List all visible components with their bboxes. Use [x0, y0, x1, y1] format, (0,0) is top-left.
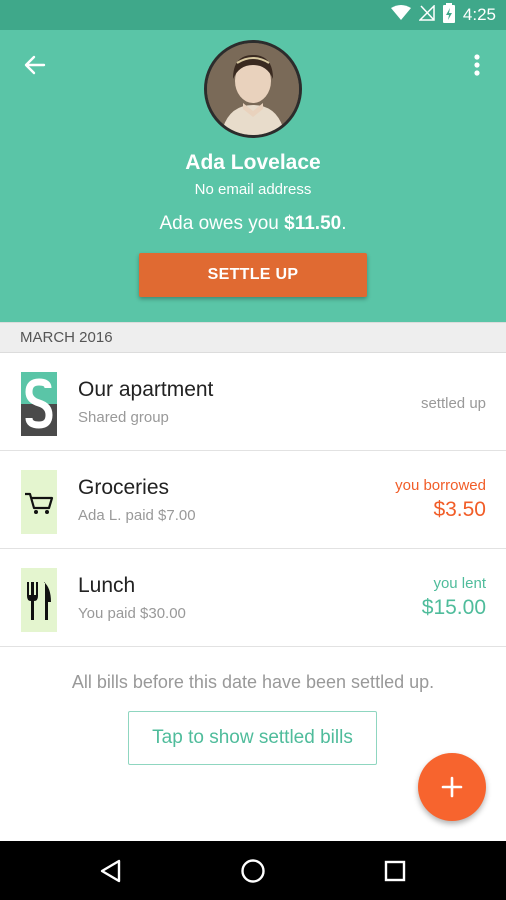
fork-knife-icon — [21, 568, 57, 632]
nav-recents-button[interactable] — [365, 841, 425, 900]
nav-home-button[interactable] — [223, 841, 283, 900]
balance-amount: $11.50 — [284, 213, 342, 234]
status-icons: 4:25 — [390, 0, 496, 30]
settle-up-button[interactable]: SETTLE UP — [139, 253, 367, 297]
contact-email: No email address — [194, 181, 312, 198]
item-title: Groceries — [78, 476, 170, 499]
battery-charging-icon — [442, 2, 455, 28]
item-balance-amount: $15.00 — [421, 596, 486, 619]
portrait-image — [207, 43, 299, 135]
item-title: Lunch — [78, 574, 136, 597]
overflow-menu-button[interactable] — [462, 50, 492, 80]
month-header: MARCH 2016 — [0, 322, 506, 353]
system-nav-bar — [0, 841, 506, 900]
balance-summary: Ada owes you $11.50. — [0, 213, 506, 235]
cart-icon — [21, 470, 57, 534]
status-time: 4:25 — [462, 5, 496, 24]
list-item-lunch[interactable]: Lunch You paid $30.00 you lent $15.00 — [0, 549, 506, 647]
no-signal-icon — [418, 3, 435, 26]
nav-recents-icon — [384, 860, 406, 881]
balance-suffix: . — [341, 213, 347, 234]
nav-back-button[interactable] — [80, 841, 140, 900]
item-status: settled up — [420, 395, 486, 412]
nav-home-icon — [241, 858, 265, 883]
plus-icon — [441, 776, 463, 798]
more-vert-icon — [474, 54, 480, 76]
arrow-left-icon — [24, 55, 46, 75]
item-balance-label: you lent — [433, 575, 486, 592]
item-subtitle: You paid $30.00 — [78, 605, 186, 622]
profile-header: Ada Lovelace No email address Ada owes y… — [0, 30, 506, 322]
item-title: Our apartment — [78, 378, 214, 401]
item-subtitle: Shared group — [78, 409, 169, 426]
settled-note: All bills before this date have been set… — [71, 672, 435, 692]
wifi-icon — [390, 4, 411, 26]
contact-name: Ada Lovelace — [185, 151, 321, 174]
item-balance-label: you borrowed — [395, 477, 486, 494]
item-subtitle: Ada L. paid $7.00 — [78, 507, 196, 524]
list-item-groceries[interactable]: Groceries Ada L. paid $7.00 you borrowed… — [0, 451, 506, 549]
item-balance-amount: $3.50 — [433, 498, 486, 521]
group-logo-icon — [21, 372, 57, 436]
avatar — [204, 40, 302, 138]
back-button[interactable] — [20, 50, 50, 80]
balance-prefix: Ada owes you — [159, 213, 285, 234]
status-bar: 4:25 — [0, 0, 506, 30]
add-expense-button[interactable] — [418, 753, 486, 821]
list-item-our-apartment[interactable]: Our apartment Shared group settled up — [0, 353, 506, 451]
show-settled-bills-button[interactable]: Tap to show settled bills — [128, 711, 377, 765]
nav-back-icon — [100, 859, 121, 882]
